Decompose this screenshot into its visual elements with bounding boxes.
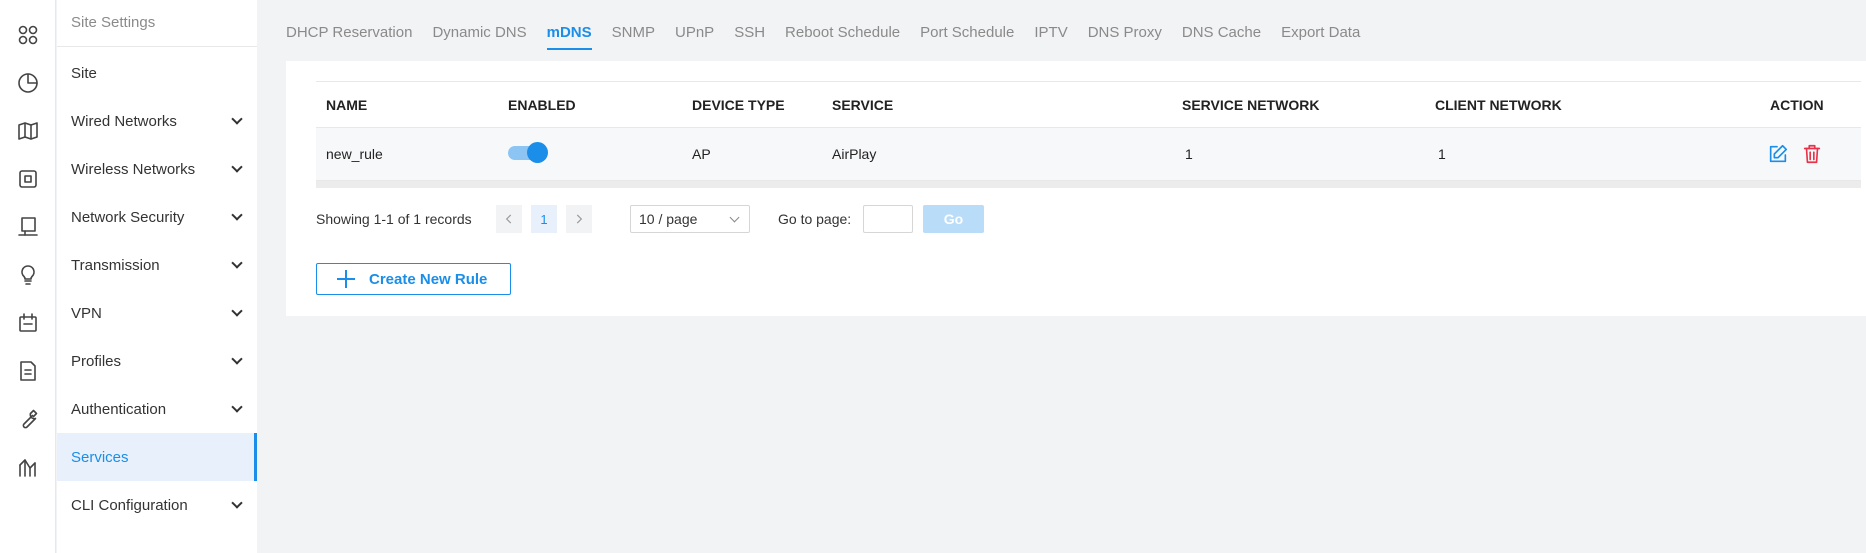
report-icon[interactable] xyxy=(14,453,42,481)
tools-icon[interactable] xyxy=(14,405,42,433)
sidebar-item-wired-networks[interactable]: Wired Networks xyxy=(57,97,257,145)
table-row: new_rule AP AirPlay 1 1 xyxy=(316,128,1861,181)
sidebar-item-services[interactable]: Services xyxy=(57,433,257,481)
pagination-summary: Showing 1-1 of 1 records xyxy=(316,211,472,227)
sidebar-title: Site Settings xyxy=(71,14,156,31)
dashboard-icon[interactable] xyxy=(14,21,42,49)
tab-upnp[interactable]: UPnP xyxy=(675,24,714,50)
next-page-button[interactable] xyxy=(566,205,592,233)
statistics-icon[interactable] xyxy=(14,69,42,97)
page-size-select[interactable]: 10 / page xyxy=(630,205,750,233)
tab-dns-proxy[interactable]: DNS Proxy xyxy=(1088,24,1162,50)
tab-ssh[interactable]: SSH xyxy=(734,24,765,50)
services-tab-bar: DHCP Reservation Dynamic DNS mDNS SNMP U… xyxy=(286,24,1380,50)
rule-device-type: AP xyxy=(692,146,711,162)
prev-page-button[interactable] xyxy=(496,205,522,233)
table-horizontal-scrollbar[interactable] xyxy=(316,181,1861,188)
column-header-action: ACTION xyxy=(1770,97,1824,113)
chevron-down-icon xyxy=(231,353,243,365)
page-size-value: 10 / page xyxy=(639,211,698,227)
edit-icon[interactable] xyxy=(1767,143,1789,165)
tab-dhcp-reservation[interactable]: DHCP Reservation xyxy=(286,24,412,50)
sidebar-item-cli-configuration[interactable]: CLI Configuration xyxy=(57,481,257,529)
go-button[interactable]: Go xyxy=(923,205,984,233)
sidebar-item-authentication[interactable]: Authentication xyxy=(57,385,257,433)
tab-export-data[interactable]: Export Data xyxy=(1281,24,1360,50)
icon-rail xyxy=(0,0,56,553)
chevron-down-icon xyxy=(231,305,243,317)
sidebar-item-label: Transmission xyxy=(71,256,160,274)
rule-enabled-toggle[interactable] xyxy=(508,142,548,163)
column-header-client-network[interactable]: CLIENT NETWORK xyxy=(1435,97,1562,113)
sidebar-item-label: CLI Configuration xyxy=(71,496,188,514)
mdns-rules-table: NAME ENABLED DEVICE TYPE SERVICE SERVICE… xyxy=(316,81,1861,188)
sidebar-item-label: Site xyxy=(71,64,97,82)
rule-service-network: 1 xyxy=(1185,146,1193,162)
column-header-name[interactable]: NAME xyxy=(326,97,367,113)
tab-port-schedule[interactable]: Port Schedule xyxy=(920,24,1014,50)
tab-reboot-schedule[interactable]: Reboot Schedule xyxy=(785,24,900,50)
settings-sidebar: Site Settings Site Wired Networks Wirele… xyxy=(57,0,257,553)
sidebar-item-transmission[interactable]: Transmission xyxy=(57,241,257,289)
schedule-icon[interactable] xyxy=(14,309,42,337)
sidebar-item-label: Profiles xyxy=(71,352,122,370)
goto-page-label: Go to page: xyxy=(778,211,852,227)
sidebar-item-network-security[interactable]: Network Security xyxy=(57,193,257,241)
sidebar-item-label: Network Security xyxy=(71,208,185,226)
column-header-service-network[interactable]: SERVICE NETWORK xyxy=(1182,97,1319,113)
device-icon[interactable] xyxy=(14,165,42,193)
sidebar-item-vpn[interactable]: VPN xyxy=(57,289,257,337)
app-window: Site Settings Site Wired Networks Wirele… xyxy=(0,0,1866,553)
column-header-service[interactable]: SERVICE xyxy=(832,97,893,113)
toggle-knob xyxy=(527,142,548,163)
goto-page-input[interactable] xyxy=(863,205,913,233)
create-new-rule-button[interactable]: Create New Rule xyxy=(316,263,511,295)
log-icon[interactable] xyxy=(14,357,42,385)
tab-snmp[interactable]: SNMP xyxy=(612,24,655,50)
chevron-down-icon xyxy=(231,401,243,413)
chevron-down-icon xyxy=(729,212,740,223)
tab-mdns[interactable]: mDNS xyxy=(546,24,592,50)
page-number-button[interactable]: 1 xyxy=(531,205,557,233)
tab-dynamic-dns[interactable]: Dynamic DNS xyxy=(432,24,526,50)
rule-service: AirPlay xyxy=(832,146,877,162)
plus-icon xyxy=(337,270,355,288)
tab-iptv[interactable]: IPTV xyxy=(1034,24,1067,50)
map-icon[interactable] xyxy=(14,117,42,145)
sidebar-divider xyxy=(57,46,257,47)
sidebar-item-profiles[interactable]: Profiles xyxy=(57,337,257,385)
rule-name: new_rule xyxy=(326,146,383,162)
chevron-down-icon xyxy=(231,161,243,173)
column-header-enabled[interactable]: ENABLED xyxy=(508,97,576,113)
tab-dns-cache[interactable]: DNS Cache xyxy=(1182,24,1261,50)
sidebar-item-site[interactable]: Site xyxy=(57,49,257,97)
chevron-down-icon xyxy=(231,113,243,125)
sidebar-item-label: Wired Networks xyxy=(71,112,177,130)
sidebar-item-label: VPN xyxy=(71,304,102,322)
chevron-down-icon xyxy=(231,497,243,509)
delete-icon[interactable] xyxy=(1801,143,1823,165)
client-icon[interactable] xyxy=(14,213,42,241)
sidebar-item-wireless-networks[interactable]: Wireless Networks xyxy=(57,145,257,193)
sidebar-item-label: Authentication xyxy=(71,400,167,418)
mdns-panel: NAME ENABLED DEVICE TYPE SERVICE SERVICE… xyxy=(286,61,1866,316)
rule-client-network: 1 xyxy=(1438,146,1446,162)
chevron-down-icon xyxy=(231,257,243,269)
create-new-rule-label: Create New Rule xyxy=(369,270,488,288)
insight-icon[interactable] xyxy=(14,261,42,289)
table-header: NAME ENABLED DEVICE TYPE SERVICE SERVICE… xyxy=(316,81,1861,128)
sidebar-item-label: Services xyxy=(71,448,129,466)
chevron-down-icon xyxy=(231,209,243,221)
column-header-device-type[interactable]: DEVICE TYPE xyxy=(692,97,785,113)
sidebar-item-label: Wireless Networks xyxy=(71,160,196,178)
pagination: Showing 1-1 of 1 records 1 10 / page Go … xyxy=(316,205,1216,233)
